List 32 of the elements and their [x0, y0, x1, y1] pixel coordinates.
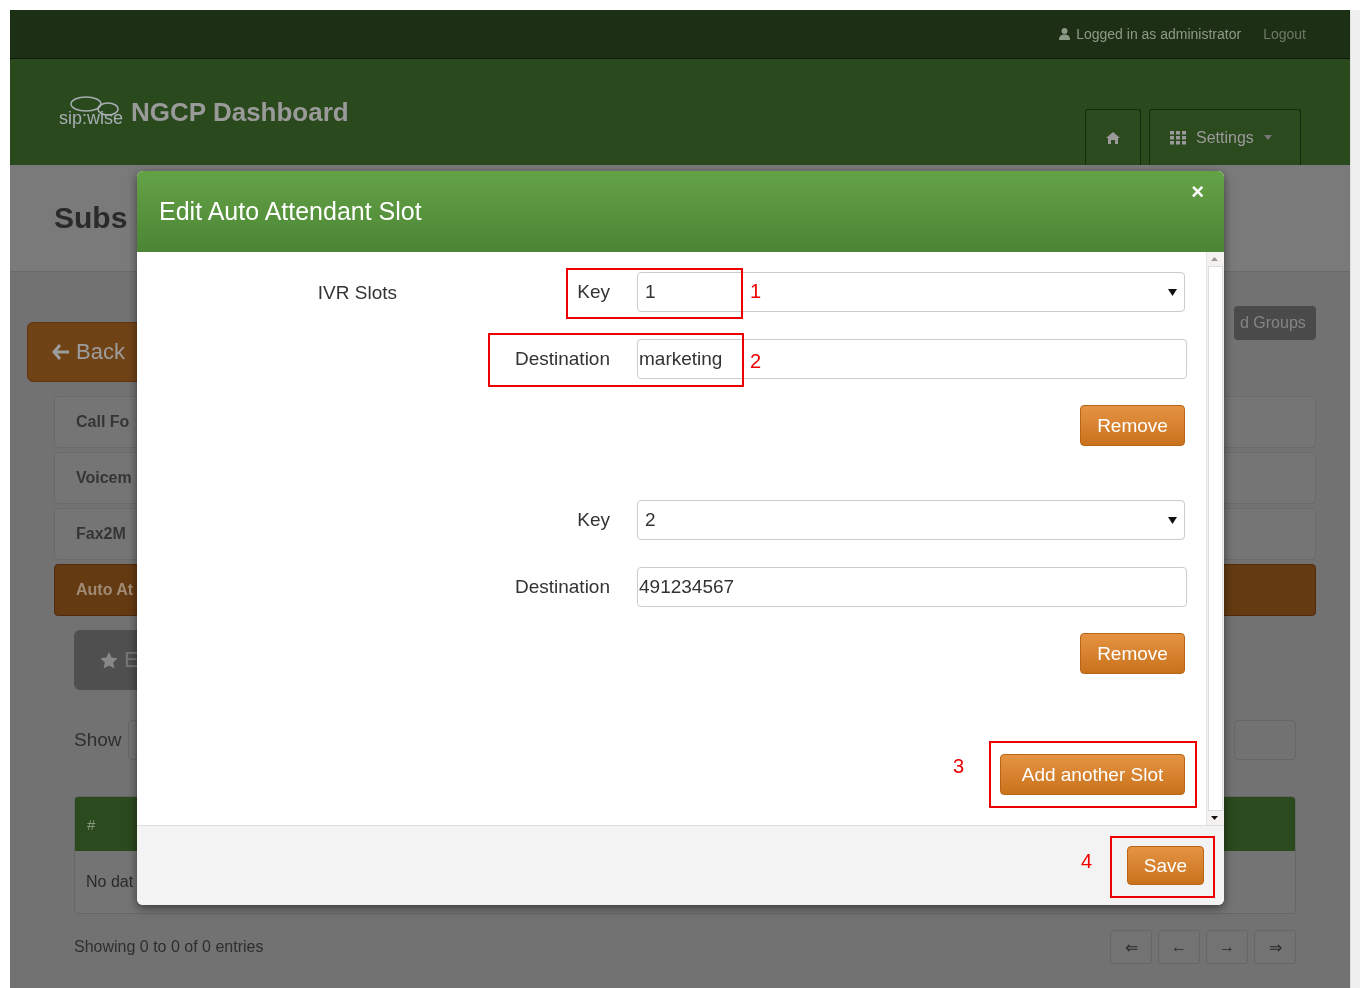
- settings-button[interactable]: Settings: [1149, 109, 1301, 165]
- column-header: #: [87, 815, 96, 833]
- pagination-button[interactable]: →: [1206, 930, 1248, 964]
- save-button[interactable]: Save: [1127, 846, 1204, 885]
- logo: sip:wise: [59, 95, 124, 129]
- annotation-number: 4: [1081, 850, 1093, 873]
- field-label: Destination: [514, 347, 610, 370]
- field-label: Key: [577, 281, 610, 303]
- field-label: Destination: [514, 575, 610, 598]
- annotation-number: 2: [750, 350, 762, 373]
- remove-button[interactable]: Remove: [1080, 633, 1185, 674]
- section-label: IVR Slots: [317, 282, 397, 305]
- table-cell: No dat: [86, 873, 134, 891]
- remove-button[interactable]: Remove: [1080, 405, 1185, 446]
- page-title: Subs: [54, 201, 128, 235]
- pagination-button[interactable]: ←: [1158, 930, 1200, 964]
- groups-button[interactable]: d Groups: [1234, 306, 1316, 340]
- pagination-button[interactable]: ⇐: [1110, 930, 1152, 964]
- close-button[interactable]: ×: [1191, 179, 1204, 205]
- logged-in-text: Logged in as administrator: [1059, 26, 1242, 42]
- annotation-number: 3: [953, 755, 965, 778]
- pagination-button[interactable]: ⇒: [1254, 930, 1296, 964]
- dashboard-title: NGCP Dashboard: [131, 96, 349, 128]
- modal-title: Edit Auto Attendant Slot: [159, 197, 422, 226]
- annotation-number: 1: [750, 280, 762, 303]
- logout-link[interactable]: Logout: [1263, 26, 1306, 42]
- show-label: Show: [74, 729, 122, 751]
- key-select[interactable]: 2: [637, 500, 1185, 540]
- destination-field[interactable]: 491234567: [637, 567, 1187, 607]
- entries-info: Showing 0 to 0 of 0 entries: [74, 938, 264, 956]
- field-label: Key: [577, 509, 610, 531]
- add-slot-button[interactable]: Add another Slot: [1000, 754, 1185, 795]
